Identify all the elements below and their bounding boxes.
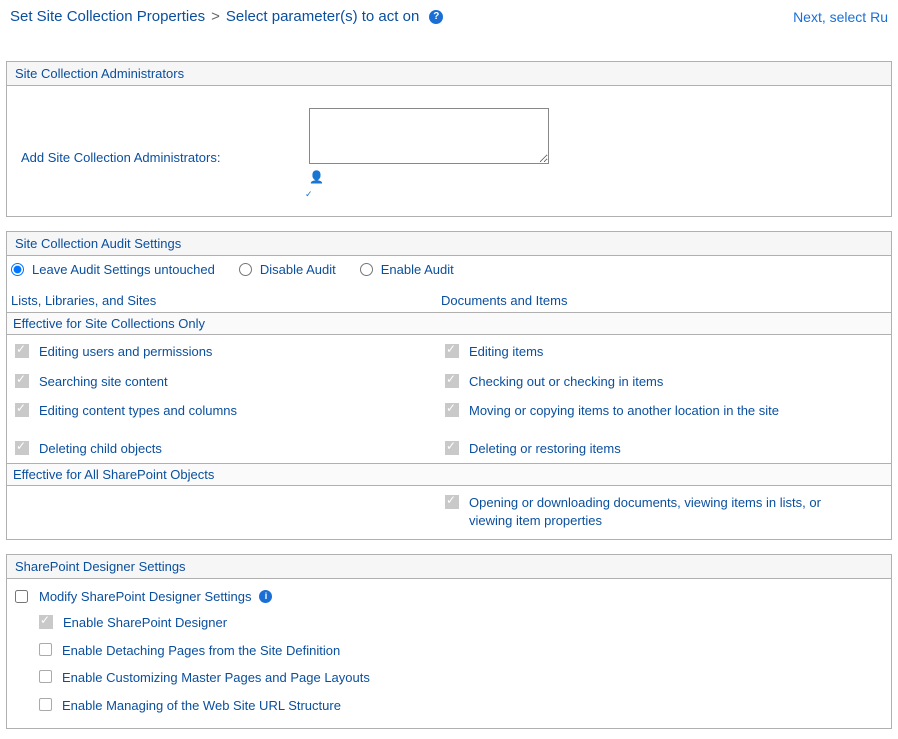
checkbox-icon <box>445 374 459 388</box>
checkbox-icon <box>15 403 29 417</box>
chk-enable-detaching[interactable]: Enable Detaching Pages from the Site Def… <box>39 642 883 660</box>
chk-delete-child[interactable]: Deleting child objects <box>15 440 445 458</box>
breadcrumb-current: Select parameter(s) to act on <box>226 8 419 25</box>
checkbox-icon <box>15 344 29 358</box>
audit-col-left-header: Lists, Libraries, and Sites <box>11 293 441 308</box>
audit-subheader-allobjects: Effective for All SharePoint Objects <box>7 463 891 486</box>
audit-grid-sitecollections: Editing users and permissions Searching … <box>7 335 891 461</box>
chk-edit-items[interactable]: Editing items <box>445 343 883 361</box>
audit-col-right-header: Documents and Items <box>441 293 887 308</box>
chk-modify-designer[interactable]: Modify SharePoint Designer Settings i <box>15 589 883 604</box>
people-picker-icon[interactable]: 👤 <box>309 170 323 184</box>
radio-leave-untouched[interactable]: Leave Audit Settings untouched <box>11 262 215 277</box>
panel-admins-header: Site Collection Administrators <box>7 62 891 86</box>
chk-enable-designer[interactable]: Enable SharePoint Designer <box>39 614 883 632</box>
checkbox-icon <box>15 441 29 455</box>
checkbox-icon <box>445 344 459 358</box>
checkbox-icon <box>39 698 52 711</box>
breadcrumb-separator: > <box>211 8 220 25</box>
breadcrumb: Set Site Collection Properties > Select … <box>0 0 898 31</box>
admins-input[interactable] <box>309 108 549 164</box>
chk-modify-designer-input[interactable] <box>15 590 28 603</box>
audit-grid-allobjects: Opening or downloading documents, viewin… <box>7 486 891 539</box>
chk-checkout-items[interactable]: Checking out or checking in items <box>445 373 883 391</box>
panel-designer: SharePoint Designer Settings Modify Shar… <box>6 554 892 729</box>
breadcrumb-root[interactable]: Set Site Collection Properties <box>10 8 205 25</box>
checkbox-icon <box>39 643 52 656</box>
radio-leave-label: Leave Audit Settings untouched <box>32 262 215 277</box>
radio-disable-audit[interactable]: Disable Audit <box>239 262 336 277</box>
panel-audit-header: Site Collection Audit Settings <box>7 232 891 256</box>
panel-designer-header: SharePoint Designer Settings <box>7 555 891 579</box>
panel-audit: Site Collection Audit Settings Leave Aud… <box>6 231 892 540</box>
radio-enable-audit-input[interactable] <box>360 263 373 276</box>
chk-move-copy-items[interactable]: Moving or copying items to another locat… <box>445 402 883 420</box>
info-icon[interactable]: i <box>259 590 272 603</box>
next-step-link[interactable]: Next, select Ru <box>793 9 888 25</box>
chk-open-download[interactable]: Opening or downloading documents, viewin… <box>445 494 829 529</box>
chk-edit-content-types[interactable]: Editing content types and columns <box>15 402 445 420</box>
chk-modify-designer-label: Modify SharePoint Designer Settings <box>39 589 251 604</box>
checkbox-icon <box>39 615 53 629</box>
chk-delete-restore-items[interactable]: Deleting or restoring items <box>445 440 883 458</box>
radio-disable-label: Disable Audit <box>260 262 336 277</box>
chk-enable-managing-url[interactable]: Enable Managing of the Web Site URL Stru… <box>39 697 883 715</box>
chk-search-content[interactable]: Searching site content <box>15 373 445 391</box>
checkbox-icon <box>445 495 459 509</box>
admins-field-label: Add Site Collection Administrators: <box>21 108 291 165</box>
chk-enable-customizing[interactable]: Enable Customizing Master Pages and Page… <box>39 669 883 687</box>
radio-disable-audit-input[interactable] <box>239 263 252 276</box>
radio-leave-untouched-input[interactable] <box>11 263 24 276</box>
checkbox-icon <box>15 374 29 388</box>
help-icon[interactable]: ? <box>429 10 443 24</box>
panel-admins: Site Collection Administrators Add Site … <box>6 61 892 217</box>
radio-enable-label: Enable Audit <box>381 262 454 277</box>
audit-subheader-sitecollections: Effective for Site Collections Only <box>7 312 891 335</box>
checkbox-icon <box>445 403 459 417</box>
radio-enable-audit[interactable]: Enable Audit <box>360 262 454 277</box>
checkbox-icon <box>445 441 459 455</box>
chk-edit-users[interactable]: Editing users and permissions <box>15 343 445 361</box>
checkbox-icon <box>39 670 52 683</box>
